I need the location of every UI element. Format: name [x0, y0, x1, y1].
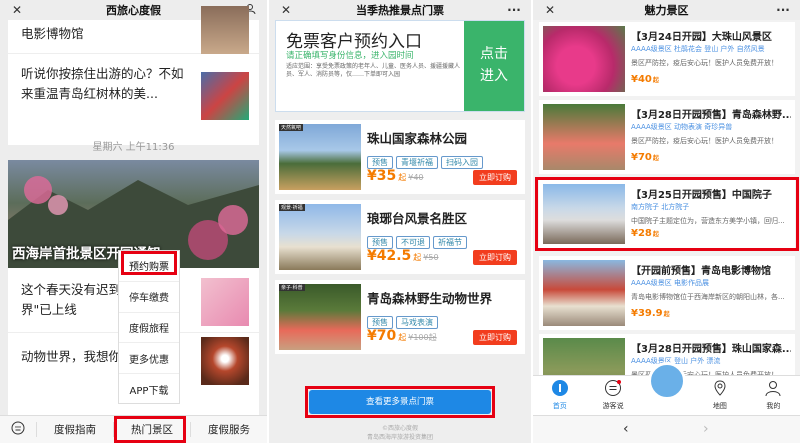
- ticket-image: 天然氧吧: [279, 124, 361, 190]
- buy-button[interactable]: 立即订购: [473, 250, 517, 265]
- user-icon: [765, 381, 781, 397]
- page-title: 魅力景区: [644, 4, 689, 17]
- ticket-price: ¥42.5 起 ¥50: [367, 248, 439, 264]
- article-thumbnail: [201, 72, 249, 120]
- ticket-tags: 预售 马戏表演: [367, 310, 441, 329]
- highlight-box: [305, 386, 495, 418]
- tab-map[interactable]: 地图: [693, 376, 746, 415]
- popup-item-parking[interactable]: 停车缴费: [119, 282, 179, 313]
- list-item[interactable]: 电影博物馆: [8, 6, 259, 54]
- list-item[interactable]: 听说你按捺住出游的心？不如来重温青岛红树林的美...: [8, 54, 259, 136]
- footer-company: 青岛西海岸旅游投资集团: [366, 434, 433, 441]
- footer-brand: ©西旅心度假: [381, 425, 418, 432]
- popup-item-app[interactable]: APP下载: [119, 374, 179, 405]
- menu-guide[interactable]: 度假指南: [36, 422, 113, 437]
- ticket-tags: 预售 不可退 祈福节: [367, 230, 470, 249]
- item-price: ¥39.9起: [631, 308, 670, 319]
- tab-me[interactable]: 我的: [747, 376, 800, 415]
- map-pin-icon: [714, 380, 726, 396]
- item-image: [543, 26, 625, 92]
- timestamp: 星期六 上午11:36: [92, 142, 175, 153]
- back-icon[interactable]: ‹: [623, 421, 629, 437]
- promo-fine-print: 适应范围：享受免票政策的老年人、儿童、医务人员、援疆援藏人员、军人、消防员等，仅…: [286, 63, 461, 78]
- item-image: [543, 260, 625, 326]
- ticket-tags: 预售 青堰祈福 扫码入园: [367, 150, 486, 169]
- wechat-account-panel: ✕ 西旅心度假 电影博物馆 听说你按捺住出游的心？不如来重温青岛红树林的美...…: [0, 0, 267, 443]
- tab-center[interactable]: [640, 362, 693, 415]
- item-price: ¥70起: [631, 152, 659, 163]
- ticket-name: 珠山国家森林公园: [367, 131, 468, 146]
- ticket-panel: ✕ 当季热推景点门票 ··· 免票客户预约入口 请正确填写身份信息，进入园时间 …: [269, 0, 531, 443]
- item-image: [543, 104, 625, 170]
- nav-bar: ‹ ›: [533, 415, 800, 443]
- more-icon[interactable]: ···: [505, 3, 523, 17]
- tab-home[interactable]: 首页: [533, 376, 586, 415]
- popup-item-offers[interactable]: 更多优惠: [119, 343, 179, 375]
- top-bar: ✕ 当季热推景点门票 ···: [269, 0, 531, 20]
- item-price: ¥40起: [631, 74, 659, 85]
- highlight-box: [535, 177, 799, 251]
- promo-banner[interactable]: 免票客户预约入口 请正确填写身份信息，进入园时间 适应范围：享受免票政策的老年人…: [275, 20, 525, 112]
- ticket-card[interactable]: 天然氧吧 珠山国家森林公园 预售 青堰祈福 扫码入园 ¥35 起 ¥40 立即订购: [275, 120, 525, 194]
- top-bar: ✕ 魅力景区 ···: [533, 0, 800, 20]
- article-thumbnail: [201, 6, 249, 54]
- highlight-box: [114, 416, 186, 443]
- ticket-price: ¥35 起 ¥40: [367, 168, 424, 184]
- ticket-card[interactable]: 亲子·科普 青岛森林野生动物世界 预售 马戏表演 ¥70 起 ¥100起 立即订购: [275, 280, 525, 354]
- highlight-box: [121, 251, 177, 275]
- list-item[interactable]: 【开园前预售】青岛电影博物馆 AAAA级景区 电影作品展 青岛电影博物馆位于西海…: [539, 256, 795, 330]
- center-logo-icon: [647, 362, 686, 400]
- buy-button[interactable]: 立即订购: [473, 330, 517, 345]
- promo-enter-button[interactable]: 点击进入: [464, 21, 524, 111]
- keyboard-icon[interactable]: [0, 421, 36, 438]
- page-title: 当季热推景点门票: [356, 4, 444, 17]
- close-icon[interactable]: ✕: [8, 3, 26, 17]
- chat-icon: [605, 380, 622, 396]
- close-icon[interactable]: ✕: [277, 3, 295, 17]
- promo-subtitle: 请正确填写身份信息，进入园时间: [286, 51, 414, 61]
- ticket-name: 青岛森林野生动物世界: [367, 291, 493, 306]
- home-icon: [551, 380, 568, 396]
- buy-button[interactable]: 立即订购: [473, 170, 517, 185]
- ticket-price: ¥70 起 ¥100起: [367, 328, 437, 344]
- ticket-image: 观景·祈福: [279, 204, 361, 270]
- menu-service[interactable]: 度假服务: [190, 422, 267, 437]
- tab-visitor[interactable]: 游客说: [586, 376, 639, 415]
- ticket-image: 亲子·科普: [279, 284, 361, 350]
- list-item[interactable]: 【3月24日开园】大珠山风景区 AAAA级景区 杜鹃花会 登山 户外 自然风景 …: [539, 22, 795, 96]
- article-thumbnail: [201, 337, 249, 385]
- ticket-name: 琅琊台风景名胜区: [367, 211, 468, 226]
- more-icon[interactable]: ···: [774, 3, 792, 17]
- forward-icon[interactable]: ›: [703, 421, 709, 437]
- ticket-card[interactable]: 观景·祈福 琅琊台风景名胜区 预售 不可退 祈福节 ¥42.5 起 ¥50 立即订购: [275, 200, 525, 274]
- bottom-tab-bar: 首页 游客说 地图 我的: [533, 362, 800, 415]
- article-card-top: 电影博物馆 听说你按捺住出游的心？不如来重温青岛红树林的美...: [8, 6, 259, 145]
- scenic-list-panel: ✕ 魅力景区 ··· 【3月24日开园】大珠山风景区 AAAA级景区 杜鹃花会 …: [533, 0, 800, 443]
- article-thumbnail: [201, 278, 249, 326]
- list-item[interactable]: 【3月28日开园预售】青岛森林野... AAAA级景区 动物表演 奇珍异兽 景区…: [539, 100, 795, 174]
- popup-item-trip[interactable]: 度假旅程: [119, 313, 179, 344]
- close-icon[interactable]: ✕: [541, 3, 559, 17]
